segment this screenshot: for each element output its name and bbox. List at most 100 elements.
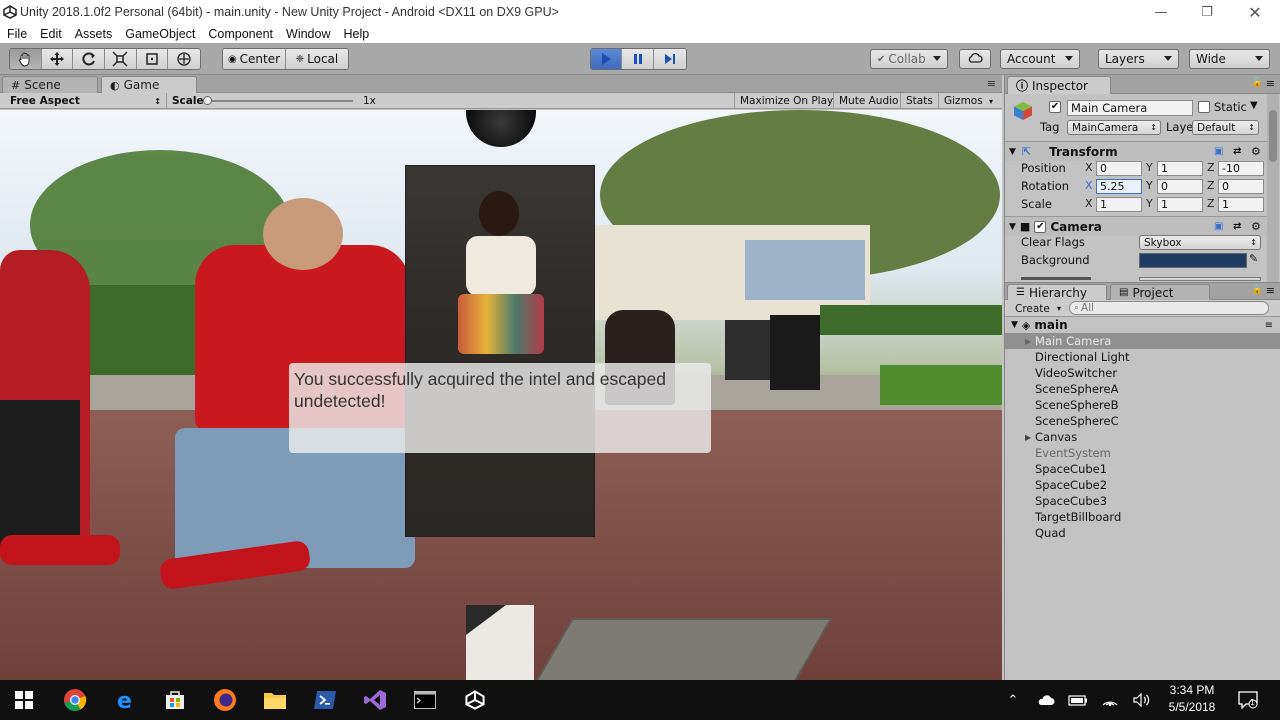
hierarchy-item-quad[interactable]: Quad <box>1005 525 1280 541</box>
transform-tool-icon[interactable] <box>168 49 200 69</box>
tag-dropdown[interactable]: MainCamera ↕ <box>1067 120 1161 135</box>
menu-assets[interactable]: Assets <box>75 27 113 41</box>
preset-icon[interactable]: ⇄ <box>1233 221 1241 232</box>
clear-flags-dropdown[interactable]: Skybox ↕ <box>1139 235 1261 250</box>
menu-edit[interactable]: Edit <box>40 27 62 41</box>
battery-icon[interactable] <box>1064 680 1092 720</box>
tab-game[interactable]: ◐ Game <box>101 76 197 93</box>
onedrive-cloud-icon[interactable] <box>1032 680 1060 720</box>
play-icon[interactable] <box>591 49 623 69</box>
preset-icon[interactable]: ⇄ <box>1233 146 1241 157</box>
layer-dropdown[interactable]: Default ↕ <box>1192 120 1259 135</box>
game-view[interactable]: You successfully acquired the intel and … <box>0 110 1002 680</box>
hierarchy-item-directional-light[interactable]: Directional Light <box>1005 349 1280 365</box>
scale-slider-thumb[interactable] <box>203 96 212 105</box>
step-icon[interactable] <box>653 49 686 69</box>
panel-menu-icon[interactable]: ≡ <box>987 77 996 90</box>
lock-icon[interactable]: 🔒 <box>1252 78 1263 88</box>
store-icon[interactable] <box>151 680 199 720</box>
gizmos-dropdown[interactable]: Gizmos ▾ <box>938 93 996 109</box>
menu-file[interactable]: File <box>7 27 27 41</box>
panel-menu-icon[interactable]: ≡ <box>1266 284 1275 297</box>
menu-component[interactable]: Component <box>208 27 273 41</box>
panel-menu-icon[interactable]: ≡ <box>1266 77 1275 90</box>
tray-chevron-up-icon[interactable]: ⌃ <box>1002 680 1024 720</box>
scale-y-field[interactable]: 1 <box>1157 197 1203 212</box>
file-explorer-icon[interactable] <box>251 680 299 720</box>
menu-help[interactable]: Help <box>343 27 369 41</box>
hierarchy-search-input[interactable]: ⌕ All <box>1069 301 1269 315</box>
scene-menu-icon[interactable]: ≡ <box>1265 320 1273 331</box>
static-checkbox[interactable] <box>1198 101 1210 113</box>
position-x-field[interactable]: 0 <box>1096 161 1142 176</box>
scale-slider[interactable] <box>205 100 353 102</box>
unity-taskbar-icon[interactable] <box>451 680 499 720</box>
object-name-field[interactable]: Main Camera <box>1067 100 1193 116</box>
account-dropdown[interactable]: Account <box>1000 49 1080 69</box>
windows-start-icon[interactable] <box>0 680 48 720</box>
hierarchy-item-scenespherec[interactable]: SceneSphereC <box>1005 413 1280 429</box>
hierarchy-item-targetbillboard[interactable]: TargetBillboard <box>1005 509 1280 525</box>
close-icon[interactable]: ✕ <box>1232 0 1278 24</box>
tab-hierarchy[interactable]: ☰ Hierarchy <box>1007 284 1107 300</box>
action-center-icon[interactable]: 1 <box>1232 680 1264 720</box>
wifi-icon[interactable] <box>1096 680 1124 720</box>
lock-icon[interactable]: 🔒 <box>1252 285 1263 295</box>
transform-header[interactable]: ▼ ⇱ Transform ▣ ⇄ ⚙ <box>1005 141 1269 161</box>
restore-icon[interactable]: ❐ <box>1184 0 1230 24</box>
help-book-icon[interactable]: ▣ <box>1214 221 1223 232</box>
scene-root[interactable]: ▼ ◈ main ≡ <box>1005 317 1280 333</box>
mute-audio-toggle[interactable]: Mute Audio <box>833 93 903 109</box>
aspect-dropdown[interactable]: Free Aspect ↕ <box>5 93 165 109</box>
maximize-on-play-toggle[interactable]: Maximize On Play <box>734 93 838 109</box>
camera-enabled-checkbox[interactable]: ✔ <box>1034 220 1047 233</box>
menu-window[interactable]: Window <box>286 27 330 41</box>
taskbar-clock[interactable]: 3:34 PM 5/5/2018 <box>1162 682 1222 716</box>
hierarchy-item-scenesphereb[interactable]: SceneSphereB <box>1005 397 1280 413</box>
pivot-center-button[interactable]: ◉ Center <box>223 49 286 69</box>
stats-toggle[interactable]: Stats <box>900 93 938 109</box>
minimize-icon[interactable]: — <box>1138 0 1184 24</box>
scale-x-field[interactable]: 1 <box>1096 197 1142 212</box>
create-dropdown[interactable]: Create ▾ <box>1011 301 1063 316</box>
background-color-swatch[interactable] <box>1139 253 1247 268</box>
scale-z-field[interactable]: 1 <box>1218 197 1264 212</box>
hierarchy-item-eventsystem[interactable]: EventSystem <box>1005 445 1280 461</box>
hierarchy-item-main-camera[interactable]: ▶ Main Camera <box>1005 333 1280 349</box>
layers-dropdown[interactable]: Layers <box>1098 49 1179 69</box>
volume-icon[interactable] <box>1128 680 1156 720</box>
position-z-field[interactable]: -10 <box>1218 161 1264 176</box>
space-local-button[interactable]: ❈ Local <box>286 49 348 69</box>
hierarchy-item-canvas[interactable]: ▶ Canvas <box>1005 429 1280 445</box>
hand-tool-icon[interactable] <box>10 49 42 69</box>
command-prompt-icon[interactable] <box>401 680 449 720</box>
hierarchy-item-spacecube2[interactable]: SpaceCube2 <box>1005 477 1280 493</box>
inspector-scrollbar[interactable] <box>1267 94 1279 282</box>
inspector-scrollbar-thumb[interactable] <box>1269 110 1277 162</box>
rotation-z-field[interactable]: 0 <box>1218 179 1264 194</box>
chevron-down-icon[interactable]: ▼ <box>1250 100 1258 111</box>
firefox-icon[interactable] <box>201 680 249 720</box>
hierarchy-item-scenespherea[interactable]: SceneSphereA <box>1005 381 1280 397</box>
cloud-button[interactable] <box>959 49 991 69</box>
tab-project[interactable]: ▤ Project <box>1110 284 1210 300</box>
camera-header[interactable]: ▼ ■ ✔ Camera ▣ ⇄ ⚙ <box>1005 216 1269 236</box>
gear-icon[interactable]: ⚙ <box>1251 145 1261 158</box>
scale-tool-icon[interactable] <box>105 49 137 69</box>
chrome-icon[interactable] <box>51 680 99 720</box>
active-checkbox[interactable]: ✔ <box>1049 101 1061 113</box>
rotation-x-field[interactable]: 5.25 <box>1096 179 1142 194</box>
rotation-y-field[interactable]: 0 <box>1157 179 1203 194</box>
layout-dropdown[interactable]: Wide <box>1189 49 1270 69</box>
hierarchy-item-spacecube3[interactable]: SpaceCube3 <box>1005 493 1280 509</box>
pause-icon[interactable] <box>622 49 654 69</box>
expand-arrow-icon[interactable]: ▶ <box>1025 433 1031 442</box>
culling-mask-dropdown-clipped[interactable] <box>1139 277 1261 281</box>
eyedropper-icon[interactable]: ✎ <box>1249 252 1258 265</box>
hierarchy-item-spacecube1[interactable]: SpaceCube1 <box>1005 461 1280 477</box>
position-y-field[interactable]: 1 <box>1157 161 1203 176</box>
tab-scene[interactable]: # Scene <box>2 76 98 93</box>
rect-tool-icon[interactable] <box>136 49 169 69</box>
visual-studio-icon[interactable] <box>351 680 399 720</box>
rotate-tool-icon[interactable] <box>73 49 106 69</box>
